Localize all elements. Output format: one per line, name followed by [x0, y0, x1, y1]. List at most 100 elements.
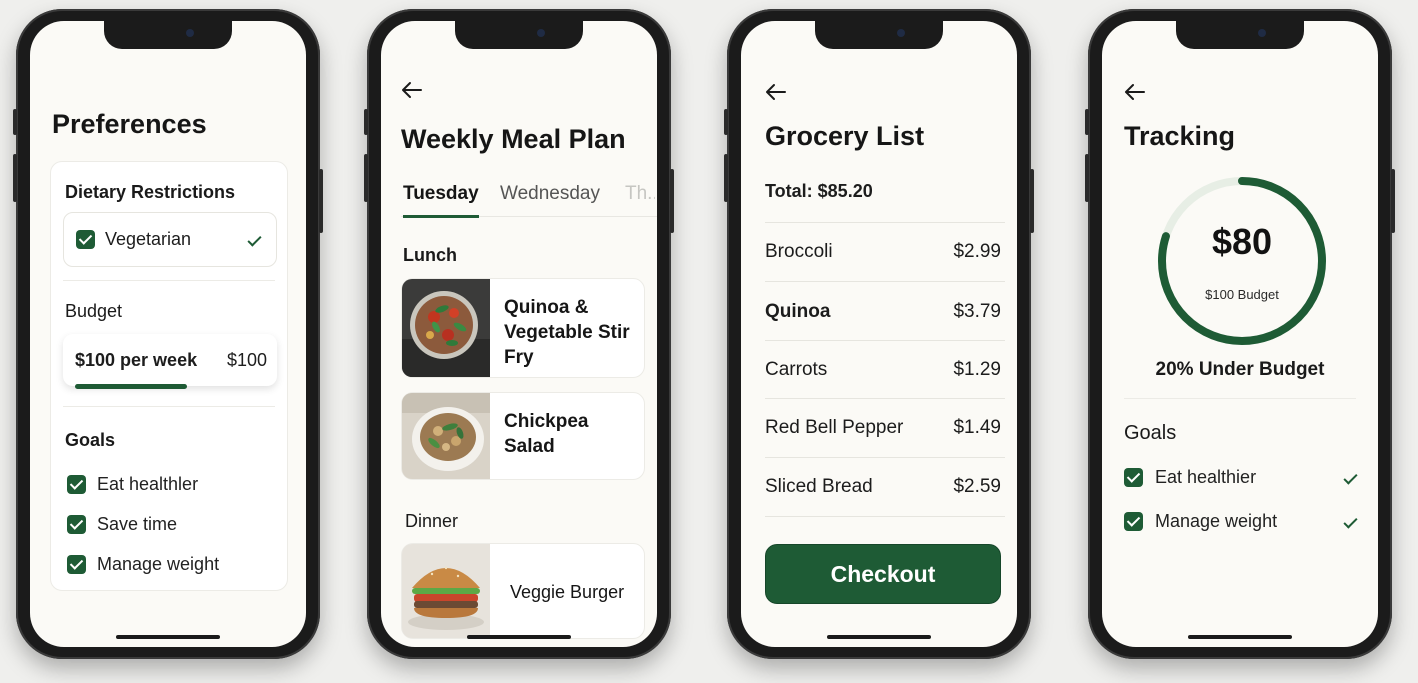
- goal-item[interactable]: Eat healthier: [1124, 467, 1358, 488]
- phone-button: [1085, 109, 1089, 135]
- budget-amount: $100: [226, 349, 267, 370]
- budget-progress-bar[interactable]: [75, 384, 187, 389]
- grocery-item-name: Broccoli: [765, 241, 833, 262]
- meal-card[interactable]: Quinoa & Vegetable Stir Fry: [401, 278, 645, 378]
- page-title: Preferences: [52, 109, 207, 139]
- budget-total-label: $100 Budget: [1205, 287, 1279, 302]
- camera: [897, 29, 905, 37]
- phone-button: [13, 109, 17, 135]
- phone-button: [364, 109, 368, 135]
- checkbox-checked-icon[interactable]: [1124, 468, 1143, 487]
- meal-name-line: Quinoa &: [504, 297, 589, 318]
- checkmark-icon: [1343, 470, 1358, 485]
- divider: [1124, 398, 1356, 399]
- divider: [765, 222, 1005, 223]
- vegetarian-option[interactable]: Vegetarian: [63, 212, 277, 267]
- grocery-item-price: $2.59: [953, 476, 1001, 497]
- goal-item[interactable]: Manage weight: [1124, 511, 1358, 532]
- grocery-item[interactable]: Quinoa $3.79: [765, 301, 1001, 323]
- vegetarian-label: Vegetarian: [105, 229, 192, 249]
- divider: [765, 340, 1005, 341]
- divider: [63, 406, 275, 407]
- screen: Grocery List Total: $85.20 Broccoli $2.9…: [741, 21, 1017, 647]
- notch: [455, 21, 583, 49]
- phone-button: [1391, 169, 1395, 233]
- phone-button: [724, 154, 728, 202]
- goal-label: Eat healthler: [97, 474, 199, 494]
- checkbox-checked-icon[interactable]: [67, 475, 86, 494]
- home-indicator[interactable]: [827, 635, 931, 639]
- checkbox-checked-icon[interactable]: [67, 515, 86, 534]
- camera: [537, 29, 545, 37]
- notch: [815, 21, 943, 49]
- grocery-item[interactable]: Sliced Bread $2.59: [765, 476, 1001, 498]
- phone-meal-plan: Weekly Meal Plan Tuesday Wednesday Th...…: [364, 9, 674, 659]
- checkbox-checked-icon[interactable]: [1124, 512, 1143, 531]
- grocery-item-name: Quinoa: [765, 301, 831, 322]
- home-indicator[interactable]: [467, 635, 571, 639]
- tab-tuesday[interactable]: Tuesday: [403, 183, 479, 205]
- phone-button: [1085, 154, 1089, 202]
- grocery-item[interactable]: Carrots $1.29: [765, 359, 1001, 381]
- checkbox-checked-icon[interactable]: [67, 555, 86, 574]
- meal-name: Veggie Burger: [510, 580, 624, 605]
- meal-card[interactable]: Veggie Burger: [401, 543, 645, 639]
- page-title: Tracking: [1124, 121, 1236, 151]
- meal-name-line: Vegetable Stir: [504, 322, 630, 343]
- checkout-button[interactable]: Checkout: [765, 544, 1001, 604]
- divider: [765, 457, 1005, 458]
- notch: [104, 21, 232, 49]
- home-indicator[interactable]: [116, 635, 220, 639]
- goal-item[interactable]: Eat healthler: [67, 474, 198, 495]
- checkmark-icon: [247, 232, 262, 247]
- grocery-item[interactable]: Red Bell Pepper $1.49: [765, 417, 1001, 439]
- phone-preferences: Preferences Dietary Restrictions Vegetar…: [13, 9, 323, 659]
- meal-card[interactable]: Chickpea Salad: [401, 392, 645, 480]
- day-tabs: Tuesday Wednesday Th...: [401, 179, 657, 218]
- phone-button: [1030, 169, 1034, 233]
- spent-amount: $80: [1211, 221, 1273, 262]
- phone-button: [13, 154, 17, 202]
- phone-grocery-list: Grocery List Total: $85.20 Broccoli $2.9…: [724, 9, 1034, 659]
- preferences-card: Dietary Restrictions Vegetarian Budget $…: [50, 161, 288, 591]
- meal-name-line: Salad: [504, 436, 555, 457]
- grocery-item-price: $3.79: [953, 301, 1001, 322]
- tab-wednesday[interactable]: Wednesday: [500, 183, 600, 205]
- grocery-total: Total: $85.20: [765, 181, 873, 201]
- camera: [186, 29, 194, 37]
- meal-name-line: Fry: [504, 347, 534, 368]
- quinoa-stir-fry-photo: [402, 279, 490, 377]
- back-arrow-icon[interactable]: [765, 83, 787, 101]
- goal-label: Manage weight: [97, 554, 220, 574]
- back-arrow-icon[interactable]: [1124, 83, 1146, 101]
- phone-button: [364, 154, 368, 202]
- phone-tracking: Tracking $80 $100 Budget 20% Under Budge…: [1085, 9, 1395, 659]
- veggie-burger-photo: [402, 544, 490, 638]
- goal-label: Eat healthier: [1155, 467, 1257, 487]
- screen: Weekly Meal Plan Tuesday Wednesday Th...…: [381, 21, 657, 647]
- budget-selector[interactable]: $100 per week $100: [63, 334, 277, 386]
- page-title: Weekly Meal Plan: [401, 124, 626, 154]
- budget-value: $100 per week: [75, 349, 198, 370]
- back-arrow-icon[interactable]: [401, 81, 423, 99]
- meal-name-line: Chickpea: [504, 411, 589, 432]
- camera: [1258, 29, 1266, 37]
- grocery-item[interactable]: Broccoli $2.99: [765, 241, 1001, 263]
- active-tab-indicator: [403, 215, 479, 218]
- phone-button: [724, 109, 728, 135]
- meal-name: Chickpea Salad: [504, 409, 588, 459]
- checkbox-checked-icon[interactable]: [76, 230, 95, 249]
- tab-thursday[interactable]: Th...: [625, 183, 655, 205]
- grocery-item-name: Red Bell Pepper: [765, 417, 904, 438]
- grocery-item-price: $1.29: [953, 359, 1001, 380]
- grocery-item-name: Carrots: [765, 359, 828, 380]
- goal-item[interactable]: Manage weight: [67, 554, 219, 575]
- home-indicator[interactable]: [1188, 635, 1292, 639]
- notch: [1176, 21, 1304, 49]
- page-title: Grocery List: [765, 121, 925, 151]
- grocery-item-price: $1.49: [953, 417, 1001, 438]
- dietary-restrictions-label: Dietary Restrictions: [65, 182, 236, 202]
- grocery-item-price: $2.99: [953, 241, 1001, 262]
- goal-item[interactable]: Save time: [67, 514, 177, 535]
- phone-button: [670, 169, 674, 233]
